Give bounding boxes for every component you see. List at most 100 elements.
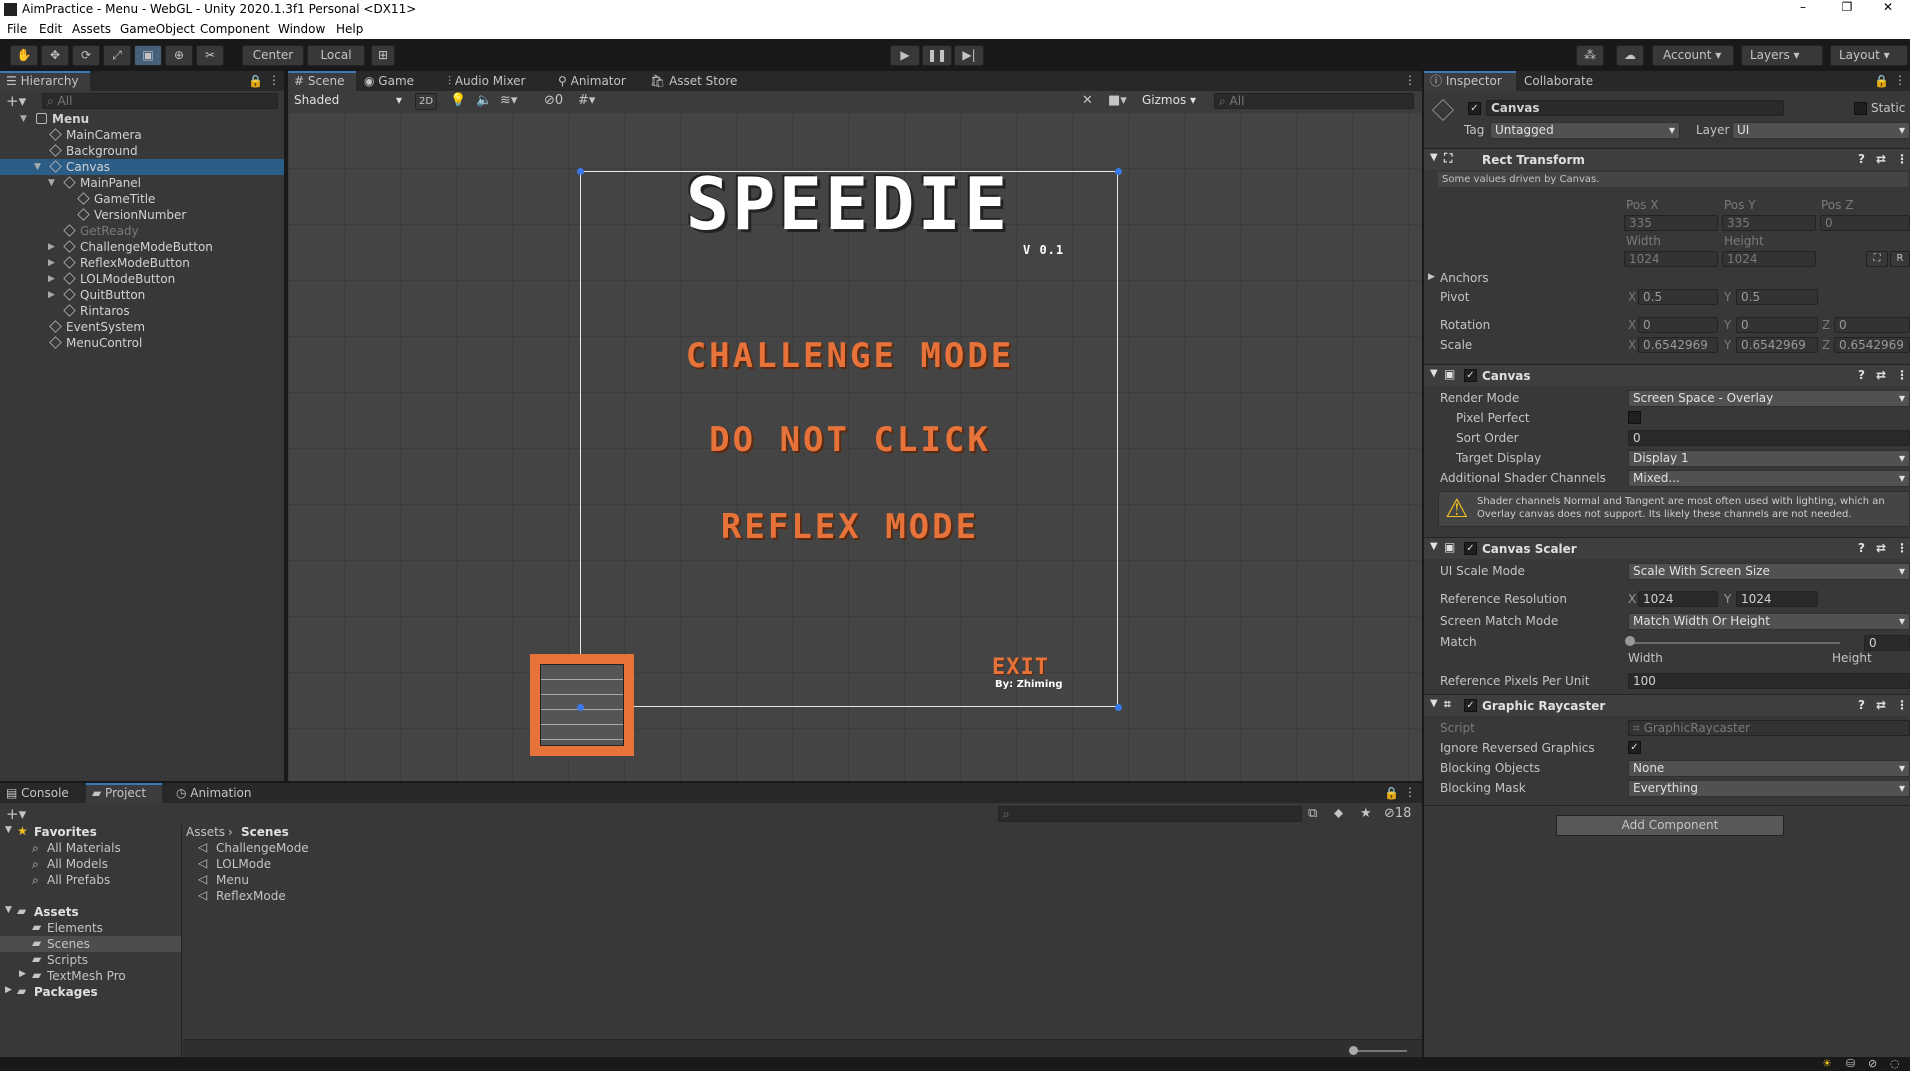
collapse-arrow-icon[interactable]: ▶ (48, 271, 55, 287)
move-tool-icon[interactable]: ✥ (41, 45, 69, 66)
favorites-label[interactable]: Favorites (34, 825, 97, 839)
tab-console[interactable]: ▤ Console (0, 783, 75, 803)
snap-grid-icon[interactable]: ⊞ (371, 45, 395, 66)
search-by-label-icon[interactable]: ⬥ (1334, 806, 1343, 821)
pivot-local-button[interactable]: Local (307, 45, 365, 66)
presets-icon[interactable]: ⇄ (1876, 698, 1886, 712)
add-icon[interactable]: +▾ (6, 92, 26, 110)
favorite-all-models[interactable]: All Models (47, 857, 108, 871)
audio-icon[interactable]: 🔈 (476, 93, 492, 108)
folder-scenes[interactable]: Scenes (47, 937, 90, 951)
menu-gameobject[interactable]: GameObject (120, 22, 195, 36)
inspector-kebab-icon[interactable]: ⋮ (1894, 73, 1906, 87)
tab-animator[interactable]: ⚲ Animator (552, 71, 632, 91)
menu-edit[interactable]: Edit (39, 22, 62, 36)
match-slider-thumb[interactable] (1625, 636, 1635, 646)
lighting-status-icon[interactable]: ☀ (1822, 1057, 1832, 1070)
do-not-click-button[interactable]: DO NOT CLICK (680, 420, 1020, 460)
scale-y-field[interactable]: 0.6542969 (1736, 337, 1818, 353)
ignore-reversed-checkbox[interactable]: ✓ (1628, 741, 1641, 754)
scene-search-input[interactable]: ⌕ All (1214, 93, 1414, 109)
hidden-packages-icon[interactable]: ⊘18 (1384, 806, 1411, 821)
favorites-arrow-icon[interactable]: ▼ (5, 825, 12, 835)
pivot-y-field[interactable]: 0.5 (1736, 289, 1818, 305)
component-menu-icon[interactable]: ⋮ (1896, 152, 1908, 166)
assets-arrow-icon[interactable]: ▼ (5, 905, 12, 915)
layer-dropdown[interactable]: UI ▾ (1732, 122, 1910, 139)
canvas-enabled-checkbox[interactable]: ✓ (1464, 369, 1477, 382)
help-icon[interactable]: ? (1858, 698, 1865, 712)
menu-help[interactable]: Help (336, 22, 363, 36)
add-component-button[interactable]: Add Component (1556, 815, 1784, 836)
rotate-tool-icon[interactable]: ⟳ (72, 45, 100, 66)
rotation-y-field[interactable]: 0 (1736, 317, 1818, 333)
tag-dropdown[interactable]: Untagged ▾ (1490, 122, 1680, 139)
bottom-lock-icon[interactable]: 🔒 (1384, 786, 1399, 800)
file-menu[interactable]: Menu (216, 873, 249, 887)
layout-dropdown[interactable]: Layout ▾ (1830, 45, 1908, 66)
raw-edit-button[interactable]: R (1890, 251, 1910, 267)
hierarchy-search-input[interactable]: ⌕ All (42, 93, 278, 109)
shader-channels-dropdown[interactable]: Mixed... ▾ (1628, 470, 1910, 487)
hierarchy-item[interactable]: VersionNumber (0, 207, 284, 223)
favorite-all-prefabs[interactable]: All Prefabs (47, 873, 110, 887)
collapse-arrow-icon[interactable]: ▶ (48, 287, 55, 303)
rect-handle[interactable] (577, 704, 584, 711)
presets-icon[interactable]: ⇄ (1876, 152, 1886, 166)
lighting-icon[interactable]: 💡 (450, 93, 466, 108)
challenge-mode-button[interactable]: CHALLENGE MODE (680, 336, 1020, 376)
tab-game[interactable]: ◉ Game (358, 71, 420, 91)
hierarchy-item[interactable]: ▼ Canvas (0, 159, 284, 175)
textmesh-arrow-icon[interactable]: ▶ (19, 969, 26, 979)
hierarchy-item[interactable]: EventSystem (0, 319, 284, 335)
canvas-component-header[interactable]: ▼ ▣ ✓ Canvas ? ⇄ ⋮ (1424, 364, 1910, 386)
favorites-star-icon[interactable]: ★ (1360, 806, 1372, 821)
collapse-arrow-icon[interactable]: ▼ (1430, 541, 1438, 552)
cache-status-icon[interactable]: ⛁ (1846, 1057, 1855, 1070)
hierarchy-item[interactable]: MenuControl (0, 335, 284, 351)
menu-assets[interactable]: Assets (72, 22, 111, 36)
collapse-arrow-icon[interactable]: ▼ (1430, 368, 1438, 379)
rect-handle[interactable] (577, 168, 584, 175)
layers-dropdown[interactable]: Layers ▾ (1741, 45, 1823, 66)
anchors-arrow-icon[interactable]: ▶ (1428, 272, 1435, 282)
cloud-icon[interactable]: ☁ (1616, 45, 1644, 66)
hierarchy-item[interactable]: MainCamera (0, 127, 284, 143)
scale-z-field[interactable]: 0.6542969 (1834, 337, 1910, 353)
rect-tool-icon[interactable]: ▣ (134, 45, 162, 66)
static-checkbox[interactable] (1854, 102, 1867, 115)
render-mode-dropdown[interactable]: Screen Space - Overlay ▾ (1628, 390, 1910, 407)
file-reflexmode[interactable]: ReflexMode (216, 889, 286, 903)
pause-button[interactable]: ❚❚ (922, 45, 952, 66)
pixel-perfect-checkbox[interactable] (1628, 411, 1641, 424)
close-icon[interactable]: ✕ (1866, 0, 1910, 19)
graphic-raycaster-header[interactable]: ▼ ⌗ ✓ Graphic Raycaster ? ⇄ ⋮ (1424, 694, 1910, 716)
shading-mode-dropdown[interactable]: Shaded ▾ (290, 93, 406, 110)
scale-tool-icon[interactable]: ⤢ (103, 45, 131, 66)
ui-scale-mode-dropdown[interactable]: Scale With Screen Size ▾ (1628, 563, 1910, 580)
hierarchy-item[interactable]: GameTitle (0, 191, 284, 207)
gizmos-dropdown[interactable]: Gizmos ▾ (1138, 93, 1204, 110)
pixels-per-unit-field[interactable]: 100 (1628, 673, 1910, 689)
hierarchy-item[interactable]: ▼ MainPanel (0, 175, 284, 191)
progress-status-icon[interactable]: ◌ (1890, 1057, 1900, 1070)
folder-textmesh-pro[interactable]: TextMesh Pro (47, 969, 126, 983)
network-status-icon[interactable]: ⊘ (1868, 1057, 1877, 1070)
presets-icon[interactable]: ⇄ (1876, 368, 1886, 382)
anchors-label[interactable]: Anchors (1440, 271, 1489, 285)
canvas-scaler-enabled-checkbox[interactable]: ✓ (1464, 542, 1477, 555)
presets-icon[interactable]: ⇄ (1876, 541, 1886, 555)
screen-match-mode-dropdown[interactable]: Match Width Or Height ▾ (1628, 613, 1910, 630)
hierarchy-item[interactable]: GetReady (0, 223, 284, 239)
posx-field[interactable]: 335 (1624, 215, 1718, 231)
hierarchy-item[interactable]: ▶ ReflexModeButton (0, 255, 284, 271)
search-by-type-icon[interactable]: ⧉ (1308, 806, 1317, 821)
match-value-field[interactable]: 0 (1864, 635, 1910, 651)
restore-icon[interactable]: ❐ (1825, 0, 1869, 19)
bottom-kebab-icon[interactable]: ⋮ (1404, 785, 1416, 799)
hierarchy-item[interactable]: Background (0, 143, 284, 159)
rect-handle[interactable] (1115, 704, 1122, 711)
blueprint-mode-icon[interactable]: ⛶ (1866, 251, 1888, 267)
camera-icon[interactable]: ■▾ (1108, 93, 1127, 108)
hidden-objects-icon[interactable]: ⊘0 (544, 93, 563, 108)
